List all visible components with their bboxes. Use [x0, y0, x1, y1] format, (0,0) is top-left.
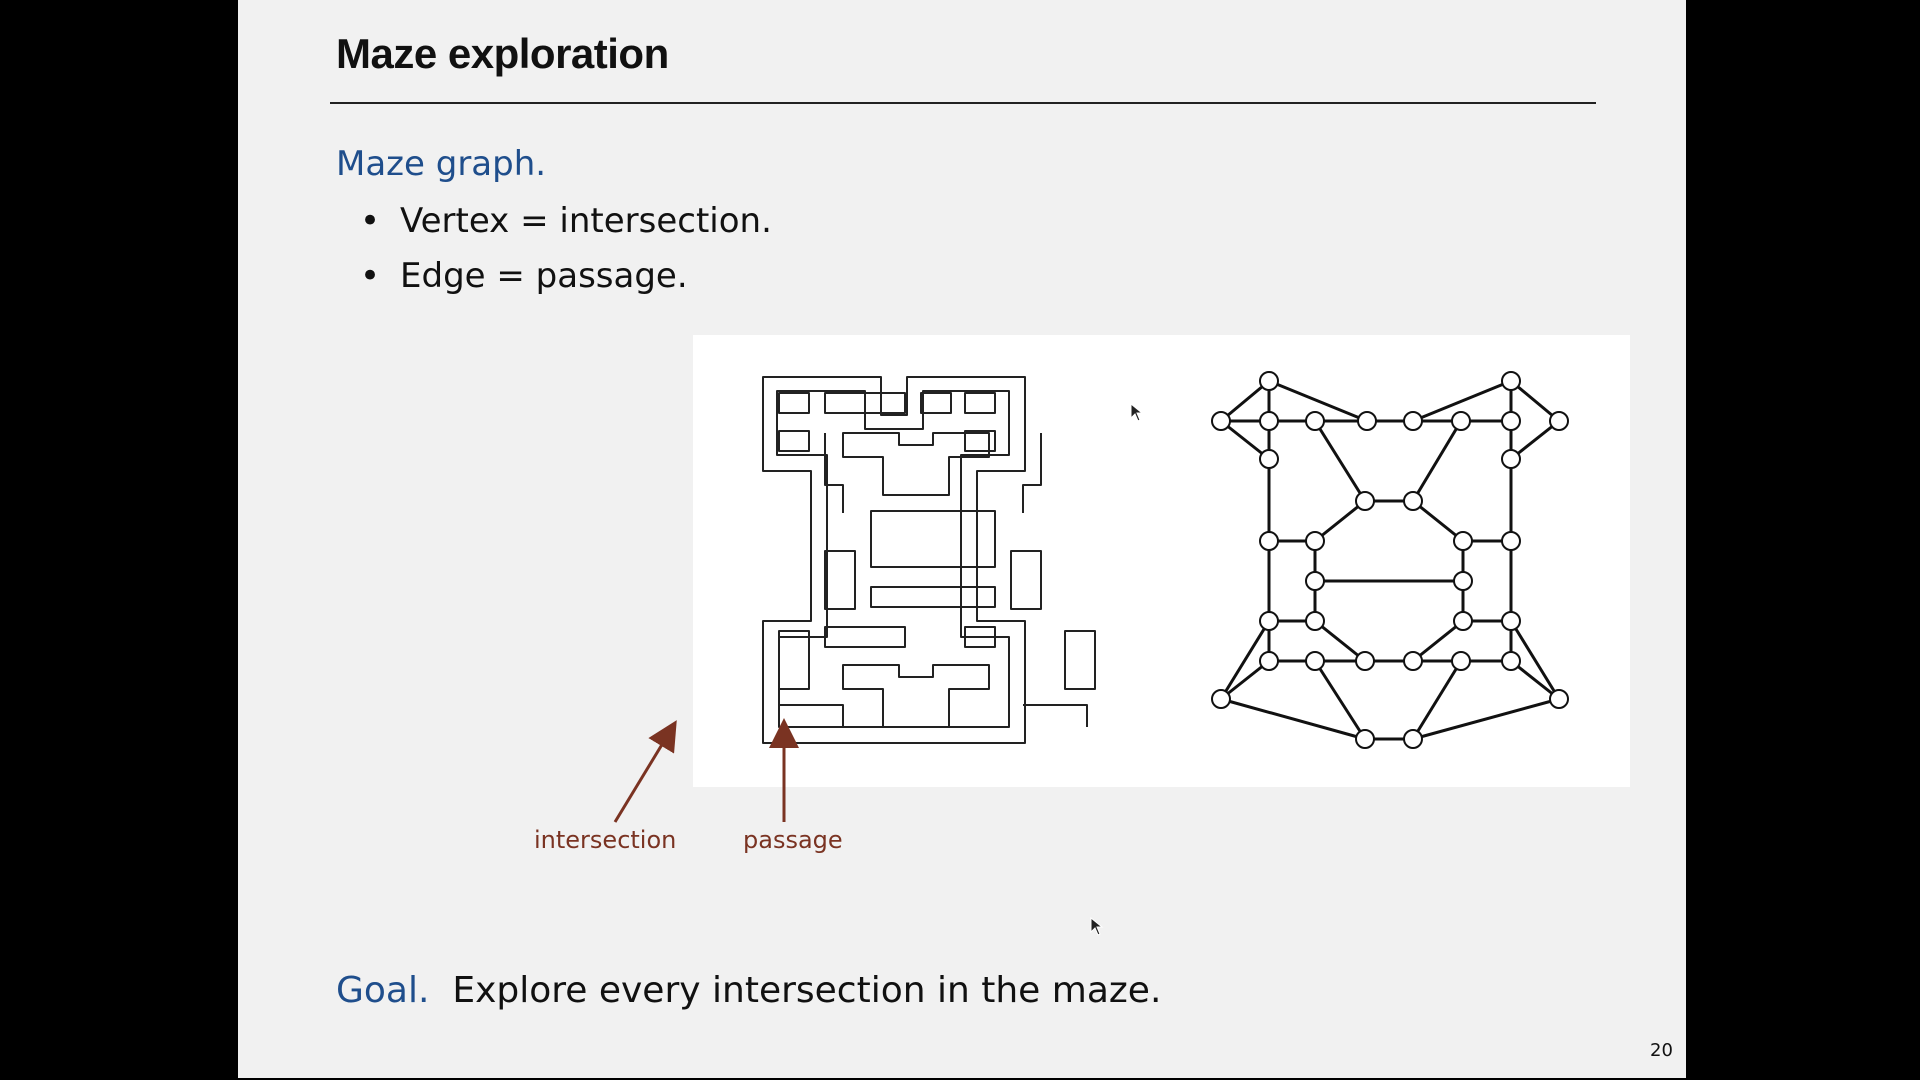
passage-callout-label: passage [743, 826, 843, 854]
page-number: 20 [1650, 1040, 1673, 1061]
callout-arrows [613, 718, 799, 823]
mouse-pointer-icon [1090, 917, 1104, 936]
slide: Maze exploration Maze graph. • Vertex = … [238, 0, 1686, 1078]
intersection-callout-label: intersection [534, 826, 677, 854]
goal-label: Goal. [336, 970, 430, 1011]
mouse-pointer-icon [1130, 403, 1144, 422]
goal-statement: Goal. Explore every intersection in the … [336, 970, 1161, 1011]
goal-text: Explore every intersection in the maze. [429, 970, 1162, 1011]
